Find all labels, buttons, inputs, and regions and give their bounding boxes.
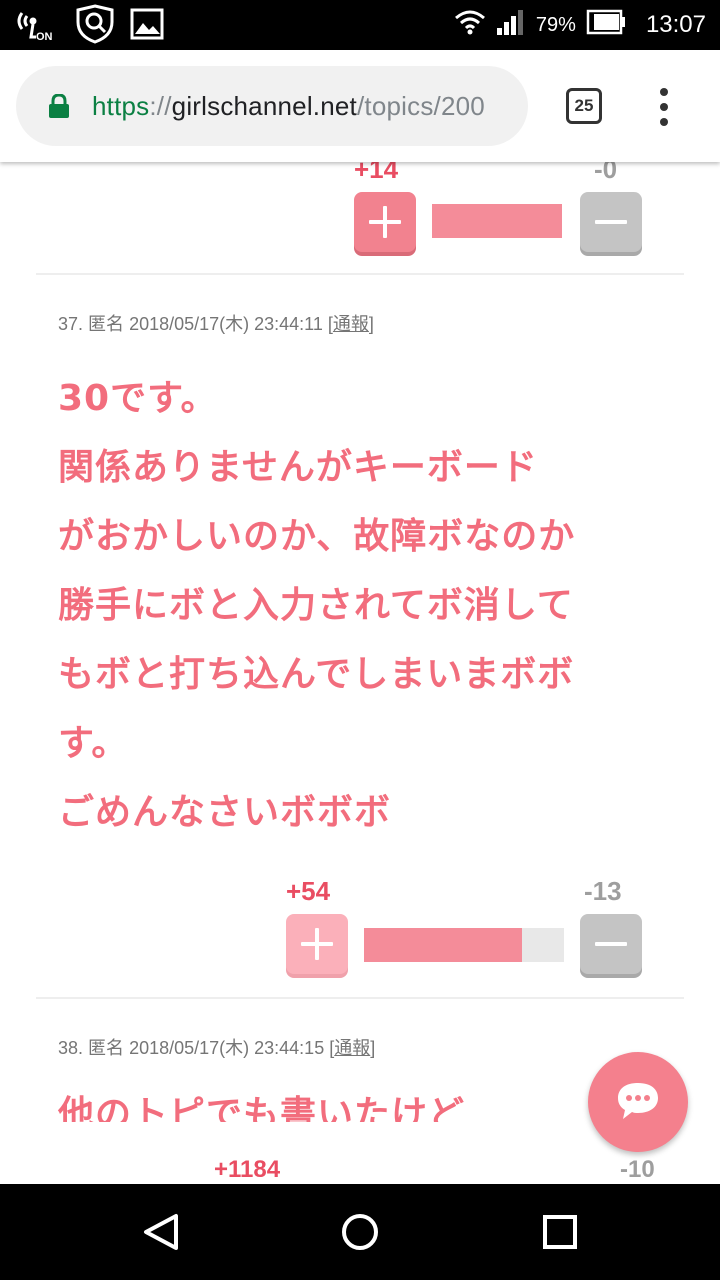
comment-author: 匿名 (88, 314, 125, 334)
vote-ratio-bar (364, 928, 564, 962)
vote-row: +14 -0 (0, 162, 720, 272)
status-bar: ON 79% 13:07 (0, 0, 720, 50)
comment-line: 関係ありませんがキーボード (58, 447, 538, 488)
chat-button[interactable] (588, 1052, 688, 1152)
clock: 13:07 (645, 11, 706, 38)
battery-percent: 79% (535, 13, 576, 36)
url-text: https://girlschannel.net/topics/200 (92, 91, 485, 122)
back-icon[interactable] (130, 1202, 190, 1262)
comment-datetime: 2018/05/17(木) 23:44:15 (129, 1038, 325, 1058)
comment-datetime: 2018/05/17(木) 23:44:11 (129, 314, 323, 334)
url-path: /topics/200 (356, 90, 485, 121)
comment-line: 他のトピでも書いたけど (58, 1094, 466, 1122)
url-host: girlschannel.net (171, 90, 357, 121)
plus-button[interactable] (286, 914, 348, 974)
image-icon (130, 8, 164, 44)
address-bar[interactable]: https://girlschannel.net/topics/200 (16, 66, 528, 146)
plus-vote-count: +14 (354, 162, 399, 184)
comment-line: す。 (58, 723, 129, 764)
plus-button[interactable] (354, 192, 416, 252)
url-separator: :// (149, 90, 172, 121)
report-link[interactable]: [通報] (328, 314, 374, 334)
minus-vote-count: -13 (584, 876, 622, 906)
vote-row: +54 -13 (0, 874, 720, 984)
nfc-on-label: ON (36, 31, 53, 43)
tab-switcher-icon[interactable]: 25 (566, 88, 602, 124)
comment-number: 37. (58, 314, 84, 334)
menu-dot (660, 88, 668, 96)
browser-toolbar: https://girlschannel.net/topics/200 25 (0, 50, 720, 162)
vote-ratio-fill (364, 928, 522, 962)
overflow-menu-icon[interactable] (658, 88, 670, 126)
report-bracket-close: ] (370, 1038, 376, 1058)
report-label: 通報 (334, 1038, 371, 1058)
wifi-icon (454, 9, 486, 41)
status-right: 79% 13:07 (454, 0, 706, 50)
comment-line: 30です。 (58, 378, 218, 419)
recents-icon[interactable] (530, 1202, 590, 1262)
comment-number: 38. (58, 1038, 84, 1058)
divider (36, 997, 684, 999)
report-bracket-close: ] (368, 314, 374, 334)
minus-button[interactable] (580, 192, 642, 252)
report-link[interactable]: [通報] (329, 1038, 375, 1058)
vote-ratio-bar (432, 204, 562, 238)
comment-meta: 38. 匿名 2018/05/17(木) 23:44:15 [通報] (58, 1034, 375, 1060)
menu-dot (660, 103, 668, 111)
chat-icon (618, 1083, 658, 1119)
nfc-on-icon: ON (14, 7, 60, 45)
shield-search-icon (74, 4, 116, 48)
comment-line: 勝手にボと入力されてボ消して (58, 585, 574, 626)
url-scheme: https (92, 90, 150, 121)
status-left: ON (14, 4, 164, 48)
comment-meta: 37. 匿名 2018/05/17(木) 23:44:11 [通報] (58, 310, 374, 336)
menu-dot (660, 118, 668, 126)
minus-vote-count: -0 (594, 162, 618, 184)
comment-body: 他のトピでも書いたけど (58, 1092, 678, 1122)
navigation-bar (0, 1184, 720, 1280)
plus-vote-count: +1184 (214, 1156, 281, 1183)
battery-icon (586, 9, 626, 41)
plus-vote-count: +54 (286, 876, 331, 906)
comment-list: +14 -0 37. 匿名 2018/05/17(木) 23:44:11 [通報… (0, 162, 720, 1184)
minus-button[interactable] (580, 914, 642, 974)
divider (36, 273, 684, 275)
comment-author: 匿名 (88, 1038, 125, 1058)
comment-body: 30です。 関係ありませんがキーボード がおかしいのか、故障ボなのか 勝手にボと… (58, 364, 678, 847)
lock-icon (49, 94, 69, 118)
comment-line: もボと打ち込んでしまいまボボ (58, 654, 575, 695)
comment-line: ごめんなさいボボボ (58, 792, 392, 833)
signal-icon (496, 8, 526, 42)
report-label: 通報 (332, 314, 369, 334)
comment-line: がおかしいのか、故障ボなのか (58, 516, 576, 557)
vote-ratio-fill (432, 204, 562, 238)
home-icon[interactable] (330, 1202, 390, 1262)
minus-vote-count: -10 (620, 1156, 655, 1183)
